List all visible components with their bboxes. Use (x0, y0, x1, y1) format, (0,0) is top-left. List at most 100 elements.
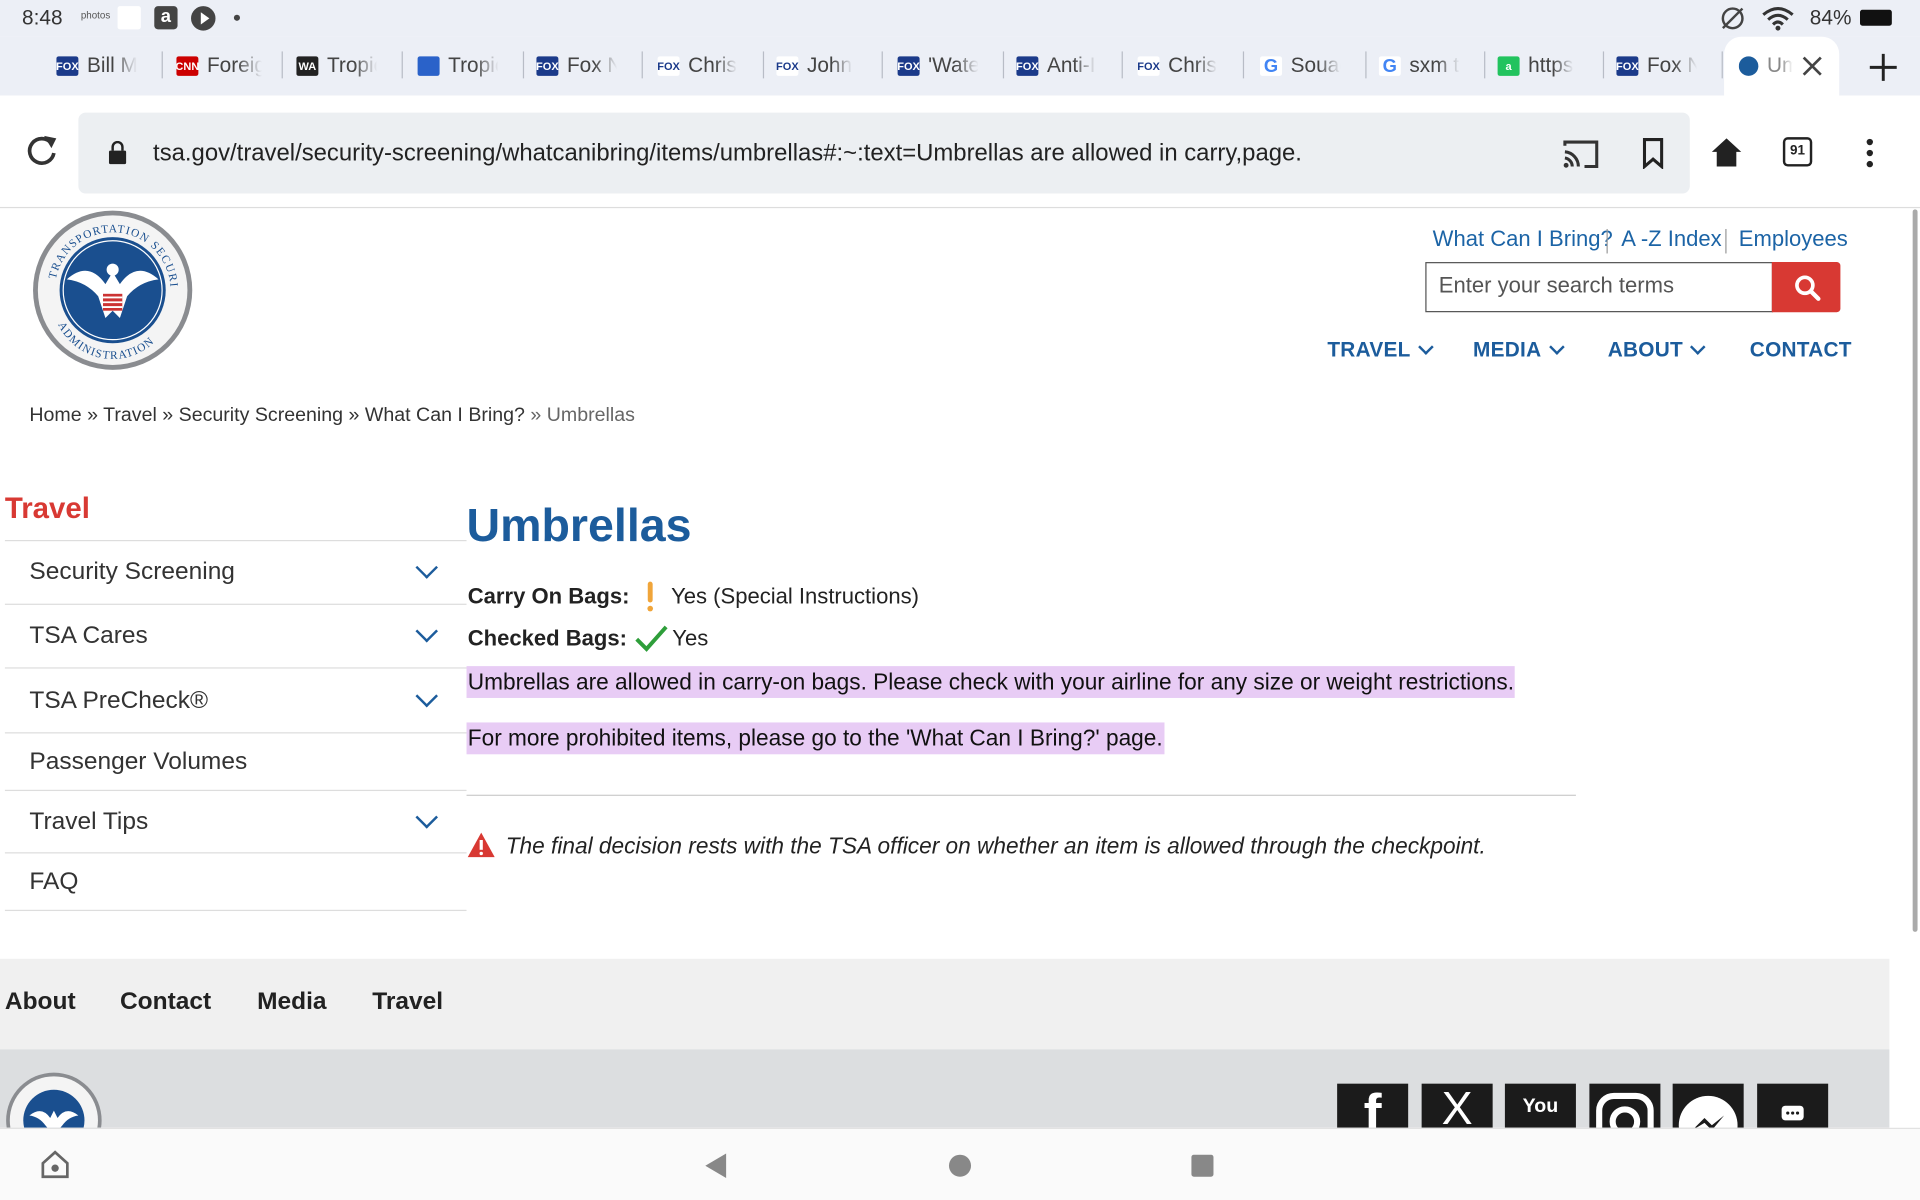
facebook-icon[interactable]: f (1337, 1083, 1409, 1128)
link-employees[interactable]: Employees (1739, 227, 1848, 253)
sidebar-item-security-screening[interactable]: Security Screening (4, 540, 467, 604)
tab-1[interactable]: FOX Bill M (56, 47, 137, 86)
tab-separator (1602, 51, 1605, 79)
messenger-icon[interactable] (1672, 1083, 1744, 1128)
link-what-can-i-bring[interactable]: What Can I Bring? (1433, 227, 1613, 253)
tab-label: Um (1766, 53, 1793, 78)
sms-icon[interactable] (1757, 1083, 1829, 1128)
exclamation-icon (647, 581, 654, 612)
home-nav-icon[interactable] (948, 1153, 972, 1177)
cast-icon[interactable] (1562, 138, 1599, 170)
footer-link-contact[interactable]: Contact (120, 988, 211, 1016)
tab-4[interactable]: Tropical (417, 47, 498, 86)
footer-tsa-logo[interactable] (5, 1071, 103, 1128)
search-button[interactable] (1771, 262, 1841, 313)
sidebar-item-passenger-volumes[interactable]: Passenger Volumes (4, 732, 467, 790)
tab-12[interactable]: Gsxm t (1378, 47, 1460, 86)
nav-travel-label: TRAVEL (1327, 337, 1411, 362)
tab-favicon-icon: G (1378, 56, 1401, 77)
carry-on-label: Carry On Bags: (467, 583, 630, 608)
officer-decision-notice: The final decision rests with the TSA of… (505, 832, 1486, 859)
back-icon[interactable] (704, 1152, 728, 1179)
wifi-icon (1762, 7, 1794, 31)
tab-label: John (806, 53, 853, 78)
sidebar-item-faq[interactable]: FAQ (4, 852, 467, 912)
breadcrumb-travel[interactable]: Travel (103, 405, 157, 426)
search-icon (1795, 275, 1821, 301)
bookmark-icon[interactable] (1641, 137, 1665, 169)
sidebar-title[interactable]: Travel (5, 492, 90, 526)
nav-media[interactable]: MEDIA (1473, 338, 1565, 362)
tab-separator (1242, 51, 1245, 79)
sidebar-item-label: TSA Cares (29, 622, 148, 649)
tab-favicon-icon: FOX (897, 56, 920, 76)
tab-active-label[interactable]: Um (1738, 47, 1793, 86)
system-nav-bar (0, 1127, 1920, 1200)
web-page: TRANSPORTATION SECURITY ADMINISTRATION W… (0, 209, 1920, 1128)
chevron-down-icon[interactable] (415, 805, 438, 828)
tab-favicon-icon: FOX (776, 56, 799, 76)
tab-label: Anti-I (1046, 53, 1096, 78)
tab-separator (281, 51, 283, 79)
tab-separator (522, 51, 525, 79)
breadcrumb-home[interactable]: Home (29, 405, 81, 426)
tab-separator (1721, 51, 1723, 79)
breadcrumb-security-screening[interactable]: Security Screening (179, 405, 343, 426)
reload-icon[interactable] (24, 133, 58, 167)
paragraph-umbrellas-allowed: Umbrellas are allowed in carry-on bags. … (466, 666, 1516, 698)
sidebar-item-tsa-cares[interactable]: TSA Cares (4, 603, 467, 668)
footer-link-media[interactable]: Media (257, 988, 326, 1016)
close-tab-icon[interactable] (1800, 47, 1824, 86)
divider (1606, 228, 1608, 254)
tsa-logo[interactable]: TRANSPORTATION SECURITY ADMINISTRATION (27, 209, 198, 371)
recents-icon[interactable] (1190, 1153, 1214, 1177)
footer-nav: About Contact Media Travel (0, 958, 1890, 1050)
link-a-z-index[interactable]: A -Z Index (1621, 227, 1721, 253)
footer-link-travel[interactable]: Travel (372, 988, 443, 1016)
status-time: 8:48 (22, 6, 63, 30)
tab-6[interactable]: FOX Chris (657, 47, 739, 86)
nav-contact[interactable]: CONTACT (1750, 338, 1852, 362)
tab-11[interactable]: G Souad (1260, 47, 1341, 86)
more-options-icon[interactable] (1864, 137, 1876, 169)
tab-10[interactable]: FOX Chris (1137, 47, 1219, 86)
sidebar-item-travel-tips[interactable]: Travel Tips (4, 789, 467, 852)
new-tab-button[interactable] (1869, 53, 1898, 89)
chevron-down-icon[interactable] (415, 619, 438, 643)
youtube-icon[interactable]: You (1504, 1083, 1576, 1128)
home-icon[interactable] (1709, 136, 1743, 168)
tab-switcher-button[interactable]: 91 (1782, 137, 1813, 167)
nav-about[interactable]: ABOUT (1608, 338, 1707, 362)
chevron-down-icon (1548, 339, 1565, 355)
rotation-lock-icon (1721, 7, 1744, 30)
nav-travel[interactable]: TRAVEL (1327, 337, 1434, 362)
breadcrumb-what-can-i-bring[interactable]: What Can I Bring? (365, 405, 525, 426)
tab-5[interactable]: FOX Fox N (536, 47, 617, 86)
chevron-down-icon[interactable] (415, 684, 438, 707)
tab-14[interactable]: FOX Fox N (1616, 47, 1697, 86)
search-input[interactable] (1426, 263, 1758, 309)
amazon-notification-icon: a (154, 6, 178, 30)
chevron-down-icon[interactable] (415, 556, 438, 579)
breadcrumb-separator: » (530, 405, 542, 427)
tab-8[interactable]: FOX 'Water (897, 47, 978, 86)
tab-3[interactable]: WA Tropical (296, 47, 377, 86)
tab-favicon-icon: a (1497, 56, 1520, 76)
tab-7[interactable]: FOX John (776, 47, 857, 86)
tab-label: Tropical (448, 53, 498, 78)
battery-icon (1860, 9, 1892, 26)
footer-link-about[interactable]: About (5, 988, 76, 1016)
sidebar-item-label: Travel Tips (29, 807, 149, 835)
tab-favicon-icon: FOX (1616, 56, 1639, 76)
instagram-icon[interactable] (1589, 1083, 1661, 1128)
x-icon[interactable]: X (1421, 1083, 1493, 1128)
sidebar-item-tsa-precheck[interactable]: TSA PreCheck® (4, 667, 467, 732)
tab-2[interactable]: CNN Foreign (176, 47, 262, 86)
address-bar[interactable]: tsa.gov/travel/security-screening/whatca… (78, 112, 1690, 194)
page-scrollbar[interactable] (1912, 209, 1918, 932)
tab-9[interactable]: FOX Anti-I (1016, 47, 1097, 86)
app-home-icon[interactable] (39, 1149, 71, 1181)
url-text[interactable]: tsa.gov/travel/security-screening/whatca… (153, 140, 1302, 168)
tab-13[interactable]: a https (1497, 47, 1579, 86)
tab-separator (1365, 51, 1367, 79)
